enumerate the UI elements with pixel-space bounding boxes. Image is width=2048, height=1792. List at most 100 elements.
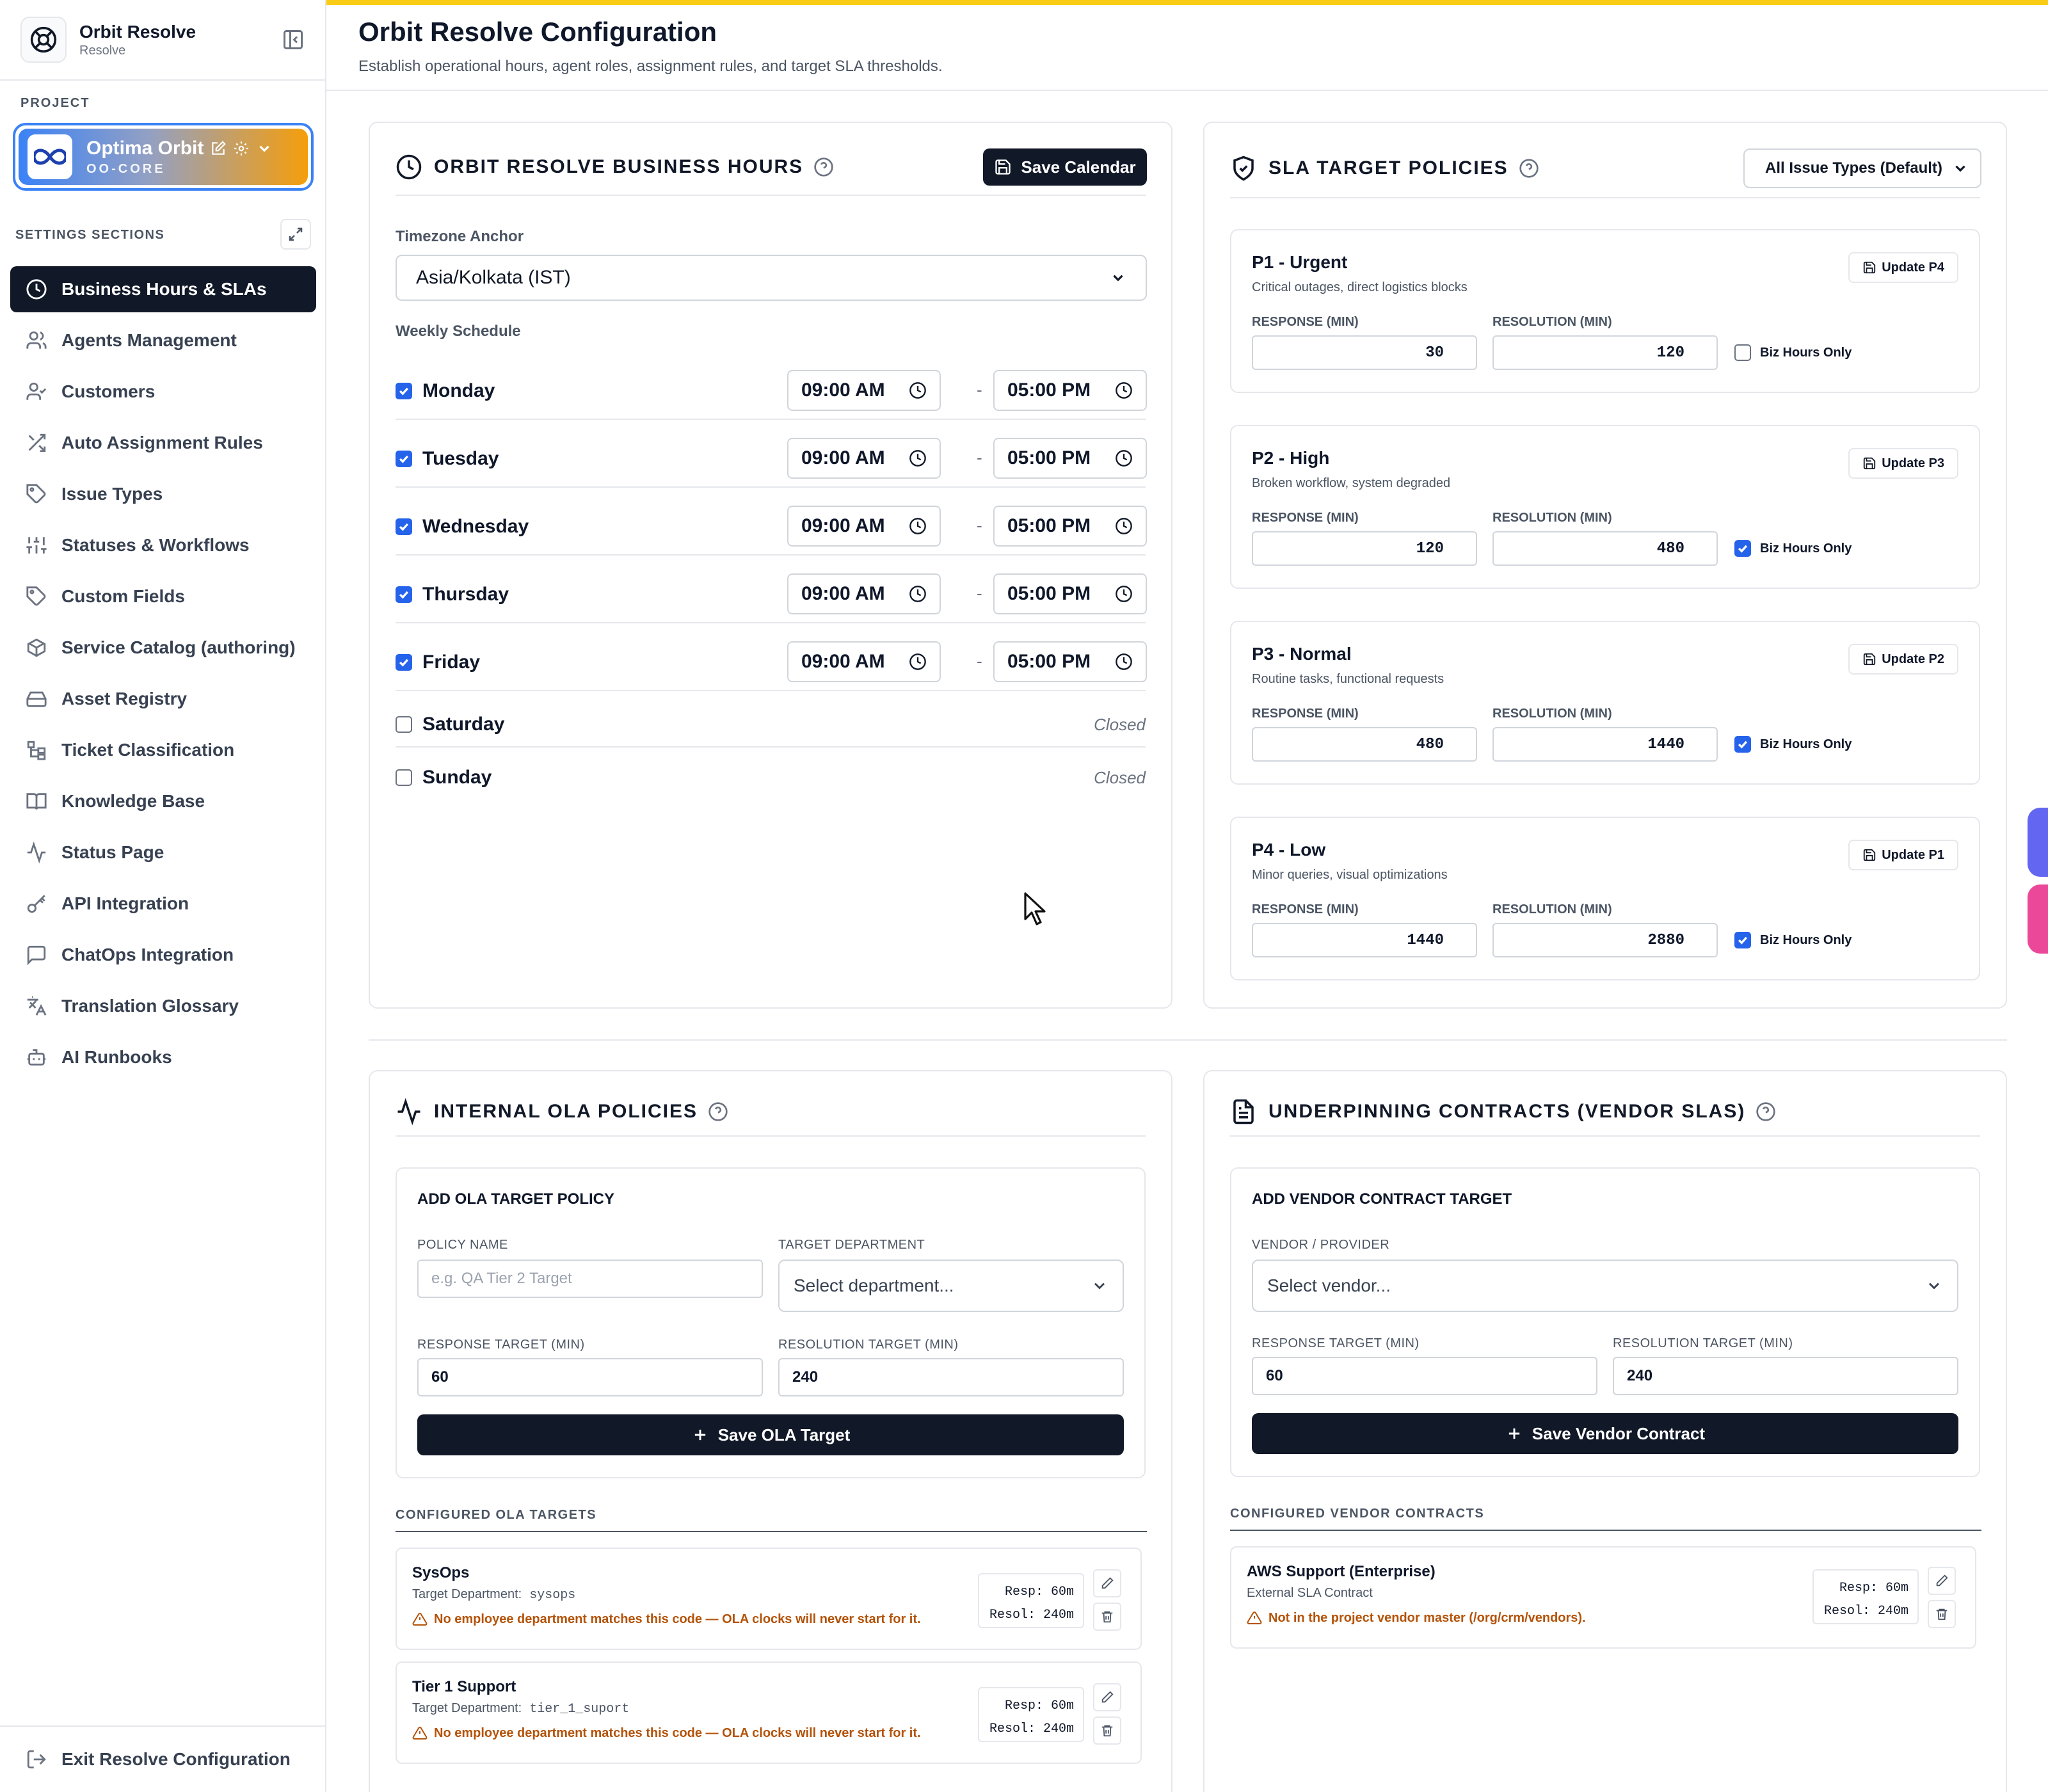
resolution-input[interactable]: 2880 <box>1492 923 1718 957</box>
vendor-resolution-input[interactable]: 240 <box>1613 1357 1958 1395</box>
day-name: Friday <box>422 652 481 673</box>
resolution-target-label: RESOLUTION TARGET (MIN) <box>778 1338 959 1352</box>
update-sla-button[interactable]: Update P4 <box>1848 252 1958 283</box>
floating-action-button[interactable] <box>2028 808 2048 877</box>
help-circle-icon[interactable] <box>708 1101 728 1122</box>
edit-icon[interactable] <box>210 140 227 157</box>
start-time-monday[interactable]: 09:00 AM <box>787 370 941 411</box>
sla-policy-desc: Routine tasks, functional requests <box>1252 672 1444 686</box>
sidebar-item-ticket-classification[interactable]: Ticket Classification <box>10 727 316 773</box>
response-input[interactable]: 1440 <box>1252 923 1477 957</box>
sidebar-item-status-page[interactable]: Status Page <box>10 829 316 876</box>
sidebar-item-custom-fields[interactable]: Custom Fields <box>10 573 316 620</box>
biz-hours-toggle[interactable]: Biz Hours Only <box>1734 932 1852 948</box>
sidebar-item-statuses[interactable]: Statuses & Workflows <box>10 522 316 568</box>
trash-icon[interactable] <box>1928 1600 1956 1628</box>
help-circle-icon[interactable] <box>1756 1101 1776 1122</box>
time-value: 09:00 AM <box>801 447 885 468</box>
biz-hours-toggle[interactable]: Biz Hours Only <box>1734 736 1852 753</box>
end-time-thursday[interactable]: 05:00 PM <box>993 573 1147 614</box>
biz-hours-toggle[interactable]: Biz Hours Only <box>1734 540 1852 557</box>
sidebar-item-asset-registry[interactable]: Asset Registry <box>10 676 316 722</box>
edit-pencil-icon[interactable] <box>1093 1569 1121 1597</box>
save-vendor-contract-button[interactable]: Save Vendor Contract <box>1252 1413 1958 1454</box>
start-time-friday[interactable]: 09:00 AM <box>787 641 941 682</box>
start-time-tuesday[interactable]: 09:00 AM <box>787 438 941 479</box>
target-department-select[interactable]: Select department... <box>778 1260 1124 1312</box>
resolution-input[interactable]: 480 <box>1492 531 1718 566</box>
day-checkbox-saturday[interactable] <box>396 716 412 733</box>
end-time-friday[interactable]: 05:00 PM <box>993 641 1147 682</box>
sidebar-item-service-catalog[interactable]: Service Catalog (authoring) <box>10 625 316 671</box>
project-section-label: PROJECT <box>20 96 90 110</box>
sidebar-item-agents[interactable]: Agents Management <box>10 317 316 364</box>
sidebar-item-knowledge-base[interactable]: Knowledge Base <box>10 778 316 824</box>
start-time-wednesday[interactable]: 09:00 AM <box>787 506 941 547</box>
exit-configuration-button[interactable]: Exit Resolve Configuration <box>0 1725 325 1792</box>
resolution-input[interactable]: 1440 <box>1492 727 1718 762</box>
sidebar-item-auto-assignment[interactable]: Auto Assignment Rules <box>10 420 316 466</box>
response-input[interactable]: 480 <box>1252 727 1477 762</box>
biz-hours-toggle[interactable]: Biz Hours Only <box>1734 344 1852 361</box>
day-checkbox-tuesday[interactable] <box>396 451 412 467</box>
update-sla-button[interactable]: Update P2 <box>1848 644 1958 675</box>
collapse-sidebar-icon[interactable] <box>282 28 305 51</box>
sidebar-item-ai-runbooks[interactable]: AI Runbooks <box>10 1034 316 1080</box>
sidebar-item-translation-glossary[interactable]: Translation Glossary <box>10 983 316 1029</box>
end-time-monday[interactable]: 05:00 PM <box>993 370 1147 411</box>
edit-pencil-icon[interactable] <box>1093 1683 1121 1711</box>
issue-type-filter-select[interactable]: All Issue Types (Default) <box>1743 148 1981 188</box>
update-sla-button[interactable]: Update P3 <box>1848 448 1958 479</box>
timezone-select[interactable]: Asia/Kolkata (IST) <box>396 255 1147 301</box>
response-input[interactable]: 30 <box>1252 335 1477 370</box>
app-logo <box>20 17 67 63</box>
help-circle-icon[interactable] <box>1519 158 1539 179</box>
save-ola-target-button[interactable]: Save OLA Target <box>417 1414 1124 1455</box>
save-ola-target-label: Save OLA Target <box>717 1425 851 1444</box>
biz-hours-checkbox[interactable] <box>1734 736 1751 753</box>
users-icon <box>26 330 47 351</box>
policy-name-input[interactable]: e.g. QA Tier 2 Target <box>417 1260 763 1298</box>
sidebar-item-api-integration[interactable]: API Integration <box>10 881 316 927</box>
expand-icon[interactable] <box>280 219 311 250</box>
day-checkbox-sunday[interactable] <box>396 769 412 786</box>
chevron-down-icon[interactable] <box>256 140 273 157</box>
response-target-input[interactable]: 60 <box>417 1358 763 1396</box>
end-time-tuesday[interactable]: 05:00 PM <box>993 438 1147 479</box>
day-checkbox-thursday[interactable] <box>396 586 412 603</box>
start-time-thursday[interactable]: 09:00 AM <box>787 573 941 614</box>
biz-hours-checkbox[interactable] <box>1734 932 1751 948</box>
help-circle-icon[interactable] <box>813 157 834 177</box>
update-sla-button[interactable]: Update P1 <box>1848 840 1958 870</box>
gear-icon[interactable] <box>233 140 250 157</box>
add-vendor-form-title: ADD VENDOR CONTRACT TARGET <box>1252 1190 1512 1208</box>
sidebar-item-issue-types[interactable]: Issue Types <box>10 471 316 517</box>
response-input[interactable]: 120 <box>1252 531 1477 566</box>
clock-icon <box>396 154 422 180</box>
hard-drive-icon <box>26 688 47 710</box>
trash-icon[interactable] <box>1093 1603 1121 1631</box>
time-separator: - <box>977 380 982 399</box>
sidebar-item-label: Business Hours & SLAs <box>61 279 267 299</box>
save-calendar-button[interactable]: Save Calendar <box>983 148 1147 186</box>
biz-hours-checkbox[interactable] <box>1734 344 1751 361</box>
day-checkbox-monday[interactable] <box>396 383 412 399</box>
end-time-wednesday[interactable]: 05:00 PM <box>993 506 1147 547</box>
resolution-label: RESOLUTION (MIN) <box>1492 315 1612 329</box>
sidebar-item-chatops[interactable]: ChatOps Integration <box>10 932 316 978</box>
day-checkbox-wednesday[interactable] <box>396 518 412 535</box>
project-switcher[interactable]: Optima Orbit OO-CORE <box>13 123 314 191</box>
biz-hours-checkbox[interactable] <box>1734 540 1751 557</box>
resolution-target-input[interactable]: 240 <box>778 1358 1124 1396</box>
trash-icon[interactable] <box>1093 1716 1121 1745</box>
time-separator: - <box>977 448 982 467</box>
edit-pencil-icon[interactable] <box>1928 1567 1956 1595</box>
vendor-select[interactable]: Select vendor... <box>1252 1260 1958 1312</box>
vendor-response-input[interactable]: 60 <box>1252 1357 1597 1395</box>
save-icon <box>1862 652 1876 666</box>
resolution-input[interactable]: 120 <box>1492 335 1718 370</box>
floating-action-button[interactable] <box>2028 884 2048 954</box>
day-checkbox-friday[interactable] <box>396 654 412 671</box>
sidebar-item-business-hours[interactable]: Business Hours & SLAs <box>10 266 316 312</box>
sidebar-item-customers[interactable]: Customers <box>10 369 316 415</box>
